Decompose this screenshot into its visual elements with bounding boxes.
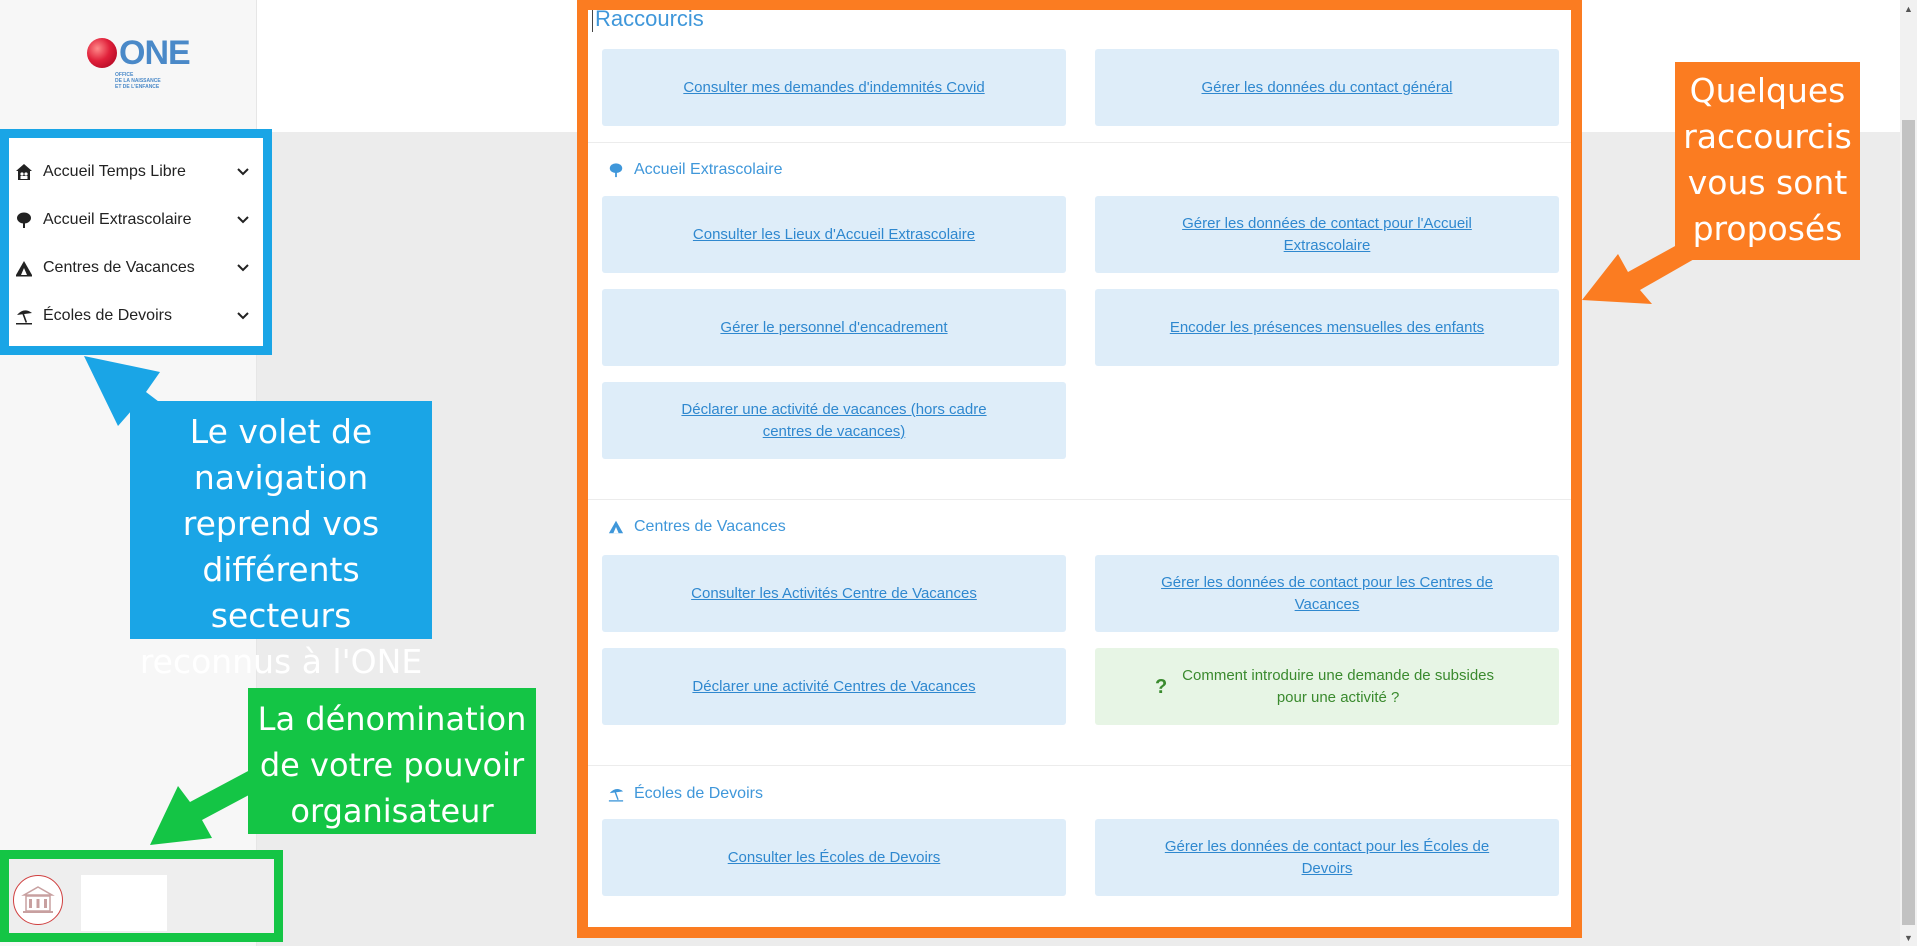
help-link-label: Comment introduire une demande de subsid… xyxy=(1182,666,1495,706)
page-title: Raccourcis xyxy=(592,10,704,32)
callout-raccourcis: Quelques raccourcis vous sont proposés xyxy=(1675,62,1860,260)
logo-ball xyxy=(87,38,117,68)
callout-navigation: Le volet de navigation reprend vos diffé… xyxy=(130,401,432,681)
help-link[interactable]: ? Comment introduire une demande de subs… xyxy=(1095,648,1559,725)
nav-item-label: Accueil Temps Libre xyxy=(43,163,186,180)
pouvoir-organisateur-panel xyxy=(0,850,283,942)
shortcut-link[interactable]: Gérer les données de contact pour les Éc… xyxy=(1095,819,1559,896)
nav-item-accueil-extrascolaire[interactable]: Accueil Extrascolaire xyxy=(13,200,253,240)
umbrella-beach-icon xyxy=(606,784,626,804)
shortcut-link[interactable]: Déclarer une activité Centres de Vacance… xyxy=(602,648,1066,725)
callout-organisateur: La dénomination de votre pouvoir organis… xyxy=(248,688,536,834)
section-heading-ecoles-de-devoirs: Écoles de Devoirs xyxy=(606,784,763,804)
scrollbar-thumb[interactable] xyxy=(1902,120,1915,925)
organisation-avatar[interactable] xyxy=(13,875,63,925)
logo-subtitle: Office de la naissance et de l'enfance xyxy=(115,72,161,90)
house-family-icon xyxy=(13,161,35,183)
nav-item-label: Centres de Vacances xyxy=(43,259,195,276)
shortcuts-panel: Raccourcis Consulter mes demandes d'inde… xyxy=(577,0,1582,938)
shortcut-link[interactable]: Consulter les Lieux d'Accueil Extrascola… xyxy=(602,196,1066,273)
shortcut-link[interactable]: Consulter mes demandes d'indemnités Covi… xyxy=(602,49,1066,126)
section-heading-centres-de-vacances: Centres de Vacances xyxy=(606,517,786,537)
nav-item-centres-de-vacances[interactable]: Centres de Vacances xyxy=(13,248,253,288)
shortcut-link[interactable]: Consulter les Écoles de Devoirs xyxy=(602,819,1066,896)
section-heading-accueil-extrascolaire: Accueil Extrascolaire xyxy=(606,160,783,180)
question-icon: ? xyxy=(1155,675,1168,698)
section-divider xyxy=(588,765,1571,766)
building-icon xyxy=(21,886,55,913)
scroll-up-button[interactable]: ▲ xyxy=(1900,0,1917,17)
chevron-down-icon[interactable] xyxy=(233,306,253,326)
shortcut-link[interactable]: Gérer les données de contact pour les Ce… xyxy=(1095,555,1559,632)
section-divider xyxy=(588,499,1571,500)
umbrella-beach-icon xyxy=(13,305,35,327)
section-title: Accueil Extrascolaire xyxy=(634,161,783,178)
shortcut-link[interactable]: Encoder les présences mensuelles des enf… xyxy=(1095,289,1559,366)
navigation-panel: Accueil Temps Libre Accueil Extrascolair… xyxy=(0,129,272,355)
organisation-name xyxy=(81,875,167,931)
shortcut-link[interactable]: Gérer le personnel d'encadrement xyxy=(602,289,1066,366)
tent-icon xyxy=(606,517,626,537)
nav-item-ecoles-de-devoirs[interactable]: Écoles de Devoirs xyxy=(13,296,253,336)
nav-item-accueil-temps-libre[interactable]: Accueil Temps Libre xyxy=(13,152,253,192)
shortcut-link[interactable]: Gérer les données du contact général xyxy=(1095,49,1559,126)
tree-icon xyxy=(13,209,35,231)
nav-item-label: Accueil Extrascolaire xyxy=(43,211,192,228)
tent-icon xyxy=(13,257,35,279)
logo-word: ONE xyxy=(119,34,191,72)
chevron-down-icon[interactable] xyxy=(233,162,253,182)
tree-icon xyxy=(606,160,626,180)
section-title: Centres de Vacances xyxy=(634,518,786,535)
shortcut-link[interactable]: Gérer les données de contact pour l'Accu… xyxy=(1095,196,1559,273)
section-divider xyxy=(588,142,1571,143)
shortcut-link[interactable]: Déclarer une activité de vacances (hors … xyxy=(602,382,1066,459)
chevron-down-icon[interactable] xyxy=(233,210,253,230)
section-title: Écoles de Devoirs xyxy=(634,785,763,802)
scroll-down-button[interactable]: ▼ xyxy=(1900,929,1917,946)
one-logo[interactable]: ONE Office de la naissance et de l'enfance xyxy=(85,34,191,96)
shortcut-link[interactable]: Consulter les Activités Centre de Vacanc… xyxy=(602,555,1066,632)
chevron-down-icon[interactable] xyxy=(233,258,253,278)
nav-item-label: Écoles de Devoirs xyxy=(43,307,172,324)
